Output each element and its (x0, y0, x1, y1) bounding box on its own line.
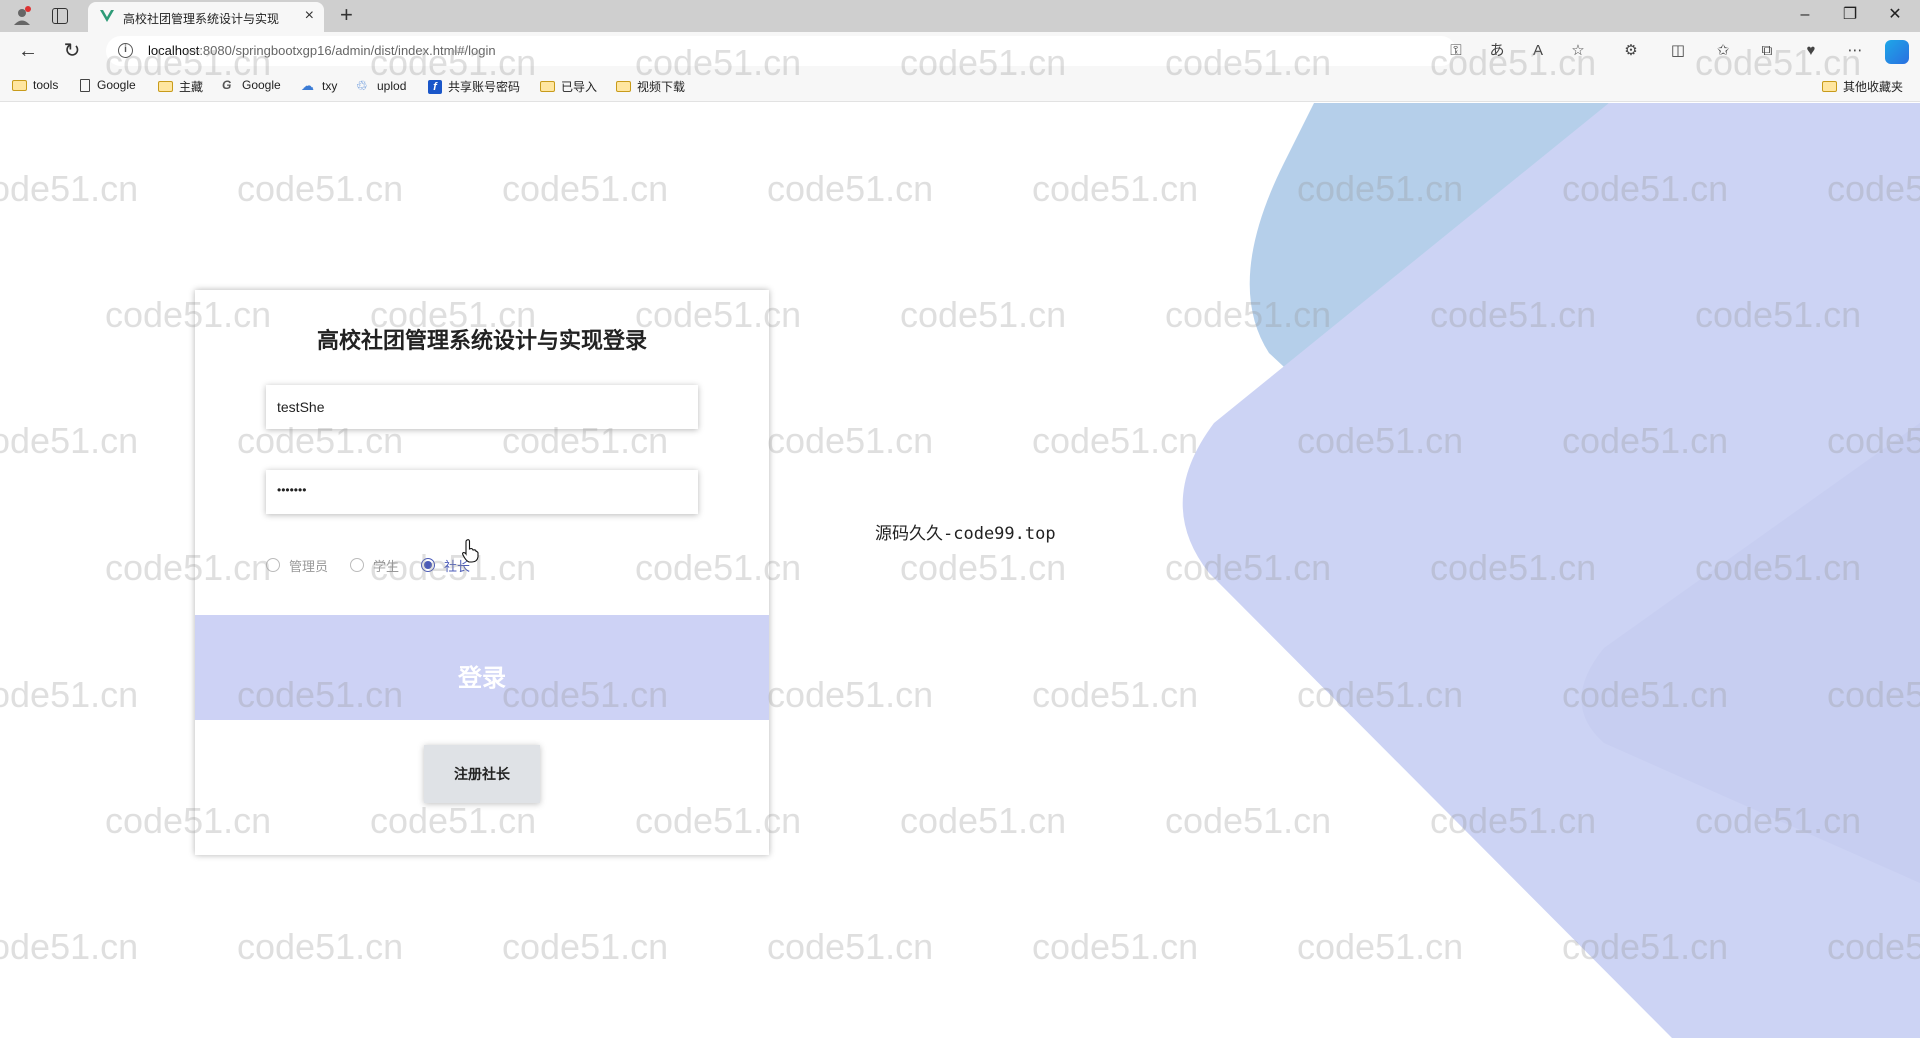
browser-titlebar: 高校社团管理系统设计与实现 × + – ❐ ✕ (0, 0, 1920, 32)
radio-circle[interactable] (350, 558, 365, 572)
register-president-button[interactable]: 注册社长 (424, 745, 540, 803)
url-host: localhost (148, 43, 200, 58)
bookmark-label: Google (242, 78, 281, 92)
role-radio-group: 管理员 学生 社长 (266, 555, 492, 575)
translate-icon[interactable]: あ (1487, 41, 1507, 61)
profile-icon[interactable] (12, 6, 32, 26)
login-button[interactable]: 登录 (195, 615, 769, 720)
close-window-icon[interactable]: ✕ (1880, 4, 1910, 26)
tab-close-icon[interactable]: × (305, 7, 314, 25)
radio-circle-selected[interactable] (421, 558, 436, 572)
bookmark-shared-accounts[interactable]: f 共享账号密码 (428, 78, 520, 95)
login-card: 高校社团管理系统设计与实现登录 ••••••• 管理员 学生 社长 登录 注册社… (195, 290, 769, 855)
browser-tab-active[interactable]: 高校社团管理系统设计与实现 × (88, 2, 324, 32)
folder-icon (1822, 81, 1837, 92)
bookmark-label: 其他收藏夹 (1843, 80, 1904, 94)
back-icon[interactable]: ← (16, 39, 40, 63)
side-note-text: 源码久久-code99.top (875, 524, 1056, 544)
folder-icon (540, 81, 555, 92)
bookmark-folder[interactable]: 主藏 (158, 78, 203, 95)
cloud-icon: ☁ (301, 78, 314, 93)
tab-title: 高校社团管理系统设计与实现 (123, 12, 280, 26)
split-screen-icon[interactable]: ◫ (1668, 41, 1688, 61)
more-menu-icon[interactable]: ⋯ (1845, 41, 1865, 61)
password-mask: ••••••• (277, 483, 307, 497)
bookmark-other-favorites[interactable]: 其他收藏夹 (1822, 78, 1903, 95)
favorites-icon[interactable]: ✩ (1713, 41, 1733, 61)
browser-toolbar: ← ↻ i localhost:8080/springbootxgp16/adm… (0, 32, 1920, 70)
browser-essentials-icon[interactable]: ♥ (1801, 41, 1821, 61)
role-admin-radio[interactable]: 管理员 (266, 556, 328, 575)
shared-icon: f (428, 79, 442, 94)
login-title: 高校社团管理系统设计与实现登录 (316, 328, 647, 353)
hand-cursor-icon (462, 539, 479, 563)
bookmark-video-download[interactable]: 视频下载 (616, 78, 685, 95)
upload-icon: ♲ (356, 78, 368, 93)
radio-circle[interactable] (266, 558, 280, 572)
folder-icon (158, 81, 173, 92)
collections-icon[interactable]: ⧉ (1757, 41, 1777, 61)
bookmark-google-page[interactable]: Google (80, 78, 136, 92)
tab-actions-icon[interactable] (52, 8, 68, 24)
bookmarks-bar: tools Google 主藏 G Google ☁ txy ♲ uplod f 共享账… (0, 70, 1920, 102)
vue-logo-icon (100, 10, 114, 22)
minimize-icon[interactable]: – (1790, 4, 1820, 26)
bookmark-tools[interactable]: tools (12, 78, 58, 92)
address-bar[interactable]: i localhost:8080/springbootxgp16/admin/d… (106, 36, 1462, 66)
folder-icon (12, 79, 27, 91)
username-input[interactable] (266, 385, 698, 429)
password-input[interactable] (266, 470, 698, 514)
url-path: :8080/springbootxgp16/admin/dist/index.h… (199, 43, 496, 58)
extensions-icon[interactable]: ⚙ (1621, 41, 1641, 61)
bookmark-label: tools (33, 78, 59, 92)
site-info-icon[interactable]: i (118, 43, 133, 58)
bookmark-label: 共享账号密码 (448, 80, 521, 94)
google-icon: G (222, 78, 232, 92)
bookmark-label: 已导入 (561, 80, 598, 94)
url-text: localhost:8080/springbootxgp16/admin/dis… (148, 43, 496, 58)
bookmark-google[interactable]: G Google (222, 78, 281, 92)
bookmark-label: Google (97, 78, 136, 92)
bookmark-uplod[interactable]: ♲ uplod (356, 78, 406, 94)
role-label: 学生 (373, 558, 400, 574)
bookmark-label: 视频下载 (637, 80, 686, 94)
bookmark-imported[interactable]: 已导入 (540, 78, 597, 95)
role-label: 管理员 (289, 558, 329, 574)
bookmark-label: 主藏 (179, 80, 204, 94)
page-icon (80, 78, 90, 92)
bookmark-label: uplod (377, 79, 407, 93)
restore-icon[interactable]: ❐ (1835, 4, 1865, 26)
copilot-icon[interactable] (1885, 40, 1909, 64)
new-tab-icon[interactable]: + (340, 3, 353, 27)
read-aloud-icon[interactable]: A (1528, 41, 1548, 61)
bookmark-txy[interactable]: ☁ txy (301, 78, 337, 94)
favorite-star-icon[interactable]: ☆ (1568, 41, 1588, 61)
role-student-radio[interactable]: 学生 (350, 556, 399, 575)
bookmark-label: txy (322, 79, 338, 93)
folder-icon (616, 81, 631, 92)
reload-icon[interactable]: ↻ (60, 39, 84, 63)
login-button-label: 登录 (458, 665, 506, 692)
key-icon[interactable]: ⚿ (1446, 41, 1466, 61)
